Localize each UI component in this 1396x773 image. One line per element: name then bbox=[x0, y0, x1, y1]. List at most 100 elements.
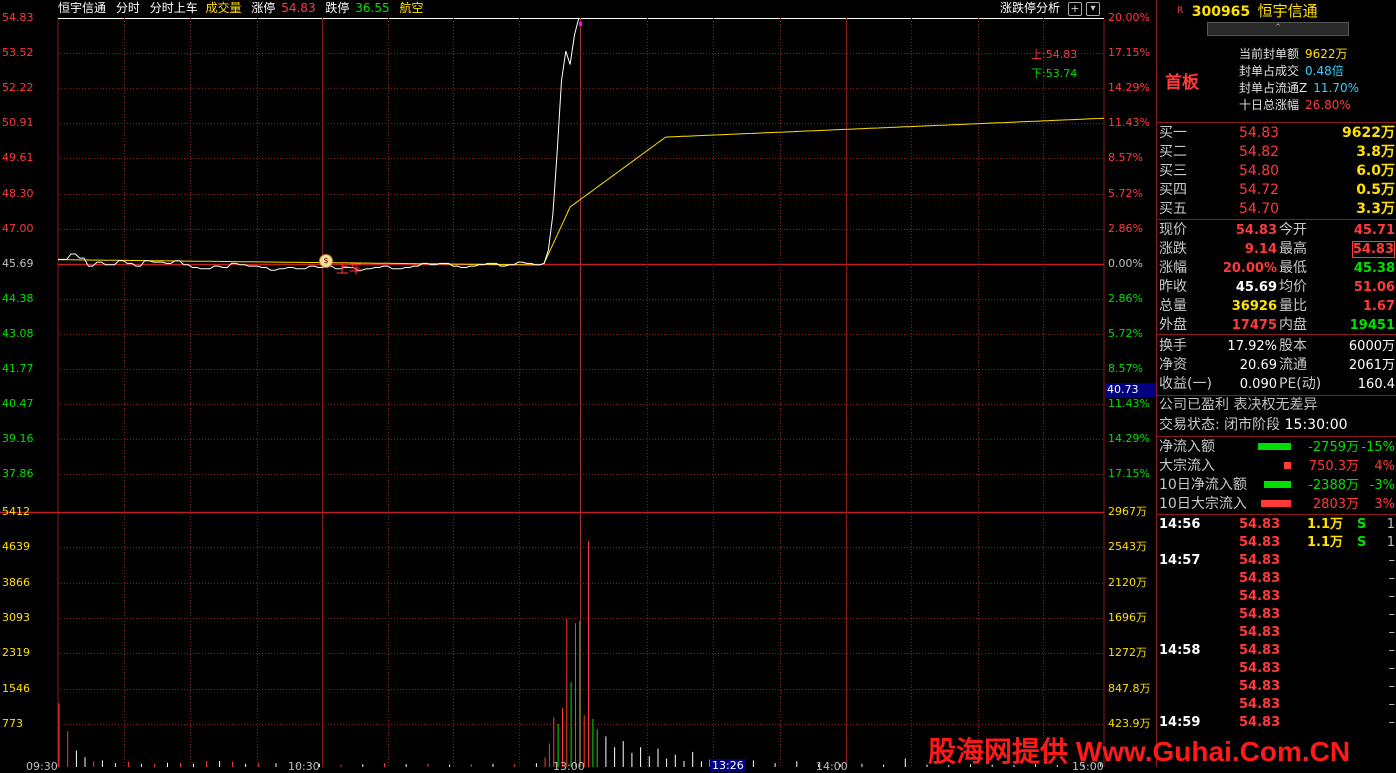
tick-price: 54.83 bbox=[1239, 517, 1281, 532]
tick-volume: 1.1万 bbox=[1307, 517, 1344, 532]
add-icon[interactable]: + bbox=[1068, 2, 1082, 16]
trade-status-value: 闭市阶段 bbox=[1224, 417, 1281, 433]
pct-tick-right: 17.15% bbox=[1108, 46, 1150, 60]
volume-tick-right: 2120万 bbox=[1108, 575, 1147, 589]
mode-tab-timeshare-signal[interactable]: 分时上车 bbox=[150, 1, 198, 15]
price-tick-left: 48.30 bbox=[2, 186, 34, 200]
bid-label: 买五 bbox=[1159, 201, 1187, 217]
quote-value: 54.83 bbox=[1235, 223, 1277, 238]
flow-label: 10日大宗流入 bbox=[1159, 496, 1247, 512]
price-tick-left: 41.77 bbox=[2, 362, 34, 375]
tick-price: 54.83 bbox=[1239, 697, 1281, 712]
pct-tick-right: 0.00% bbox=[1108, 256, 1143, 270]
settings-icon[interactable]: ▾ bbox=[1086, 2, 1100, 16]
tick-row: 54.83 – bbox=[1157, 570, 1396, 588]
tick-row: 54.83 – bbox=[1157, 588, 1396, 606]
pct-tick-right: 2.86% bbox=[1108, 291, 1143, 305]
flow-pct: 3% bbox=[1374, 497, 1395, 512]
tick-count: – bbox=[1388, 553, 1396, 568]
buy-signal-label: 上车 bbox=[336, 262, 363, 277]
mode-tab-volume[interactable]: 成交量 bbox=[206, 1, 242, 15]
fund-value: 0.090 bbox=[1239, 377, 1277, 392]
quote-label: 昨收 bbox=[1159, 279, 1187, 295]
bid-label: 买三 bbox=[1159, 163, 1187, 179]
mode-tab-timeshare[interactable]: 分时 bbox=[116, 1, 140, 15]
seal-label: 封单占流通Z bbox=[1239, 81, 1308, 95]
bid-volume: 3.3万 bbox=[1356, 201, 1395, 217]
price-line bbox=[58, 17, 580, 271]
quote-row: 现价 54.83 今开 45.71 bbox=[1157, 221, 1396, 240]
tick-count: – bbox=[1388, 679, 1396, 694]
flow-value: -2388万 bbox=[1308, 478, 1359, 493]
fund-value: 20.69 bbox=[1239, 358, 1277, 373]
bid-volume: 0.5万 bbox=[1356, 182, 1395, 198]
tick-time: 14:56 bbox=[1159, 517, 1201, 532]
quote-row: 昨收 45.69 均价 51.06 bbox=[1157, 278, 1396, 297]
tick-row: 54.83 – bbox=[1157, 696, 1396, 714]
flow-bar bbox=[1264, 481, 1291, 488]
bid-price: 54.80 bbox=[1239, 163, 1280, 179]
bid-row[interactable]: 买五 54.70 3.3万 bbox=[1157, 200, 1396, 219]
limit-down-value: 36.55 bbox=[355, 1, 390, 15]
pct-tick-right: 11.43% bbox=[1108, 116, 1150, 130]
price-tick-left: 45.69 bbox=[2, 256, 34, 270]
bid-label: 买二 bbox=[1159, 144, 1187, 160]
fund-label: 换手 bbox=[1159, 338, 1187, 354]
price-tick-left: 49.61 bbox=[2, 151, 34, 165]
tick-row: 54.83 – bbox=[1157, 660, 1396, 678]
bid-row[interactable]: 买二 54.82 3.8万 bbox=[1157, 143, 1396, 162]
limit-up-value: 54.83 bbox=[281, 1, 316, 15]
flow-row: 10日大宗流入 2803万 3% bbox=[1157, 495, 1396, 514]
bid-row[interactable]: 买三 54.80 6.0万 bbox=[1157, 162, 1396, 181]
fund-label: 收益(一) bbox=[1159, 376, 1212, 392]
price-tick-left: 54.83 bbox=[2, 11, 34, 24]
tick-price: 54.83 bbox=[1239, 553, 1281, 568]
bid-row[interactable]: 买一 54.83 9622万 bbox=[1157, 124, 1396, 143]
price-tick-left: 44.38 bbox=[2, 291, 34, 305]
sector-label[interactable]: 航空 bbox=[399, 1, 423, 15]
bid-label: 买四 bbox=[1159, 182, 1187, 198]
seal-value: 26.80% bbox=[1305, 98, 1351, 112]
cursor-marker bbox=[579, 22, 582, 26]
fund-label-2: 股本 bbox=[1279, 338, 1307, 354]
volume-tick-right: 2543万 bbox=[1108, 540, 1147, 554]
price-tick-left: 52.22 bbox=[2, 81, 34, 95]
quote-value-2: 51.06 bbox=[1353, 280, 1395, 295]
quote-value: 36926 bbox=[1231, 299, 1277, 314]
quote-value-2: 54.83 bbox=[1351, 241, 1395, 258]
chart-header: 恒宇信通 分时 分时上车 成交量 涨停 54.83 跌停 36.55 航空 bbox=[0, 0, 429, 18]
limit-analysis-button[interactable]: 涨跌停分析 bbox=[1000, 0, 1060, 16]
seal-value: 0.48倍 bbox=[1305, 64, 1344, 78]
trade-status-time: 15:30:00 bbox=[1284, 417, 1348, 433]
seal-label: 十日总涨幅 bbox=[1239, 98, 1300, 112]
volume-tick-right: 1272万 bbox=[1108, 646, 1147, 660]
volume-tick-right: 847.8万 bbox=[1108, 681, 1151, 695]
flow-bar bbox=[1284, 462, 1291, 469]
collapse-toggle[interactable]: ⌃ bbox=[1207, 22, 1349, 36]
tick-side: S bbox=[1357, 517, 1367, 532]
tick-volume: 1.1万 bbox=[1307, 535, 1344, 550]
chart-canvas[interactable] bbox=[0, 0, 1156, 767]
bid-row[interactable]: 买四 54.72 0.5万 bbox=[1157, 181, 1396, 200]
flow-value: 2803万 bbox=[1312, 497, 1359, 512]
fund-value: 17.92% bbox=[1227, 339, 1277, 354]
pct-tick-right: 11.43% bbox=[1108, 397, 1150, 411]
quote-label-2: 内盘 bbox=[1279, 317, 1307, 333]
intraday-chart[interactable]: 恒宇信通 分时 分时上车 成交量 涨停 54.83 跌停 36.55 航空 涨跌… bbox=[0, 0, 1157, 773]
money-bag-icon[interactable]: $ bbox=[319, 254, 333, 268]
tick-count: – bbox=[1388, 625, 1396, 640]
volume-tick-left: 4639 bbox=[2, 540, 30, 554]
flow-label: 大宗流入 bbox=[1159, 458, 1215, 474]
tick-count: 1 bbox=[1386, 517, 1395, 532]
tick-price: 54.83 bbox=[1239, 661, 1281, 676]
tick-count: – bbox=[1388, 661, 1396, 676]
bid-volume: 9622万 bbox=[1342, 125, 1395, 141]
flow-bar bbox=[1261, 500, 1291, 507]
tick-row: 14:58 54.83 – bbox=[1157, 642, 1396, 660]
quote-value: 9.14 bbox=[1244, 242, 1277, 257]
tick-row: 54.83 – bbox=[1157, 606, 1396, 624]
quote-row: 涨跌 9.14 最高 54.83 bbox=[1157, 240, 1396, 259]
tick-price: 54.83 bbox=[1239, 535, 1281, 550]
price-tick-left: 40.47 bbox=[2, 397, 34, 411]
tick-row: 54.83 – bbox=[1157, 624, 1396, 642]
